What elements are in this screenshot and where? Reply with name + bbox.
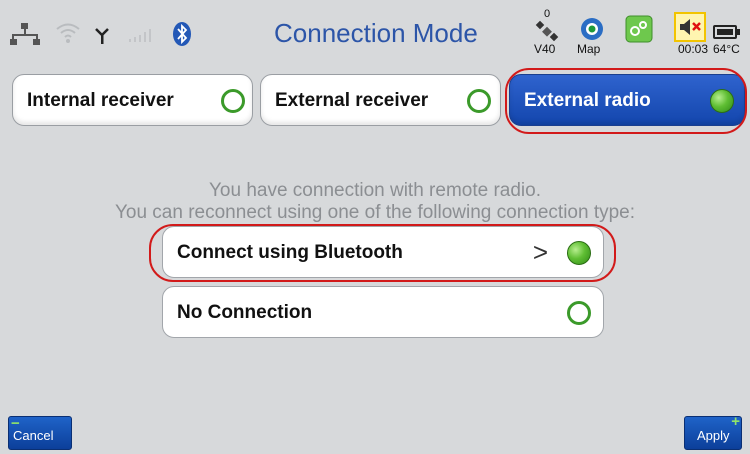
- battery-icon: [713, 25, 740, 39]
- no-connection-label: No Connection: [177, 302, 313, 323]
- apply-label: Apply: [697, 428, 730, 443]
- connect-bluetooth-button[interactable]: Connect using Bluetooth >: [162, 226, 604, 278]
- page-title: Connection Mode: [274, 18, 478, 48]
- cancel-button[interactable]: − Cancel: [8, 415, 72, 450]
- plus-icon: +: [731, 413, 740, 430]
- connect-bluetooth-radio: [567, 241, 591, 265]
- internal-receiver-radio: [221, 89, 245, 113]
- apply-button[interactable]: + Apply: [684, 413, 742, 450]
- satellite-label: V40: [534, 42, 556, 56]
- map-icon[interactable]: [580, 17, 604, 41]
- message-line-1: You have connection with remote radio.: [208, 180, 541, 201]
- external-receiver-button[interactable]: External receiver: [260, 74, 501, 126]
- status-bar: Connection Mode 0 V40 Map 00:03 64°C: [0, 0, 750, 66]
- internal-receiver-button[interactable]: Internal receiver: [12, 74, 253, 126]
- chevron-right-icon: >: [532, 237, 548, 267]
- no-connection-button[interactable]: No Connection: [162, 286, 604, 338]
- map-label[interactable]: Map: [577, 42, 600, 56]
- connect-bluetooth-label: Connect using Bluetooth: [177, 242, 403, 263]
- temperature: 64°C: [713, 42, 740, 56]
- external-receiver-radio: [467, 89, 491, 113]
- external-receiver-label: External receiver: [275, 90, 429, 111]
- internal-receiver-label: Internal receiver: [27, 90, 174, 111]
- cancel-label: Cancel: [13, 428, 54, 443]
- antenna-icon: [95, 28, 109, 44]
- settings-icon[interactable]: [625, 15, 653, 43]
- external-radio-button[interactable]: External radio: [509, 74, 745, 126]
- message-line-2: You can reconnect using one of the follo…: [114, 202, 636, 223]
- no-connection-radio: [567, 301, 591, 325]
- external-radio-radio: [710, 89, 734, 113]
- wifi-icon: [56, 23, 80, 43]
- signal-bars-icon: [129, 29, 151, 42]
- timer: 00:03: [678, 42, 709, 56]
- network-icon: [10, 23, 40, 45]
- satellite-icon: [535, 20, 559, 42]
- bluetooth-icon: [173, 22, 191, 46]
- mute-speaker-icon[interactable]: [674, 12, 706, 42]
- satellite-count: 0: [544, 8, 551, 20]
- external-radio-label: External radio: [524, 90, 651, 111]
